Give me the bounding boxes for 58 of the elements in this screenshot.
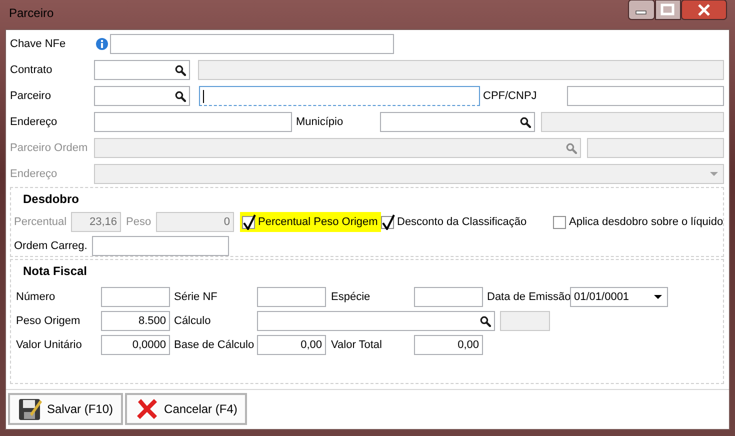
input-field[interactable] bbox=[92, 236, 229, 256]
lookup-field[interactable] bbox=[380, 112, 535, 132]
field-label: CPF/CNPJ bbox=[483, 89, 538, 104]
checkbox[interactable]: Desconto da Classificação bbox=[379, 212, 530, 232]
search-icon[interactable] bbox=[175, 90, 186, 102]
search-icon[interactable] bbox=[520, 116, 531, 128]
input-field[interactable] bbox=[567, 86, 724, 106]
lookup-field[interactable] bbox=[94, 86, 190, 106]
field-label: Ordem Carreg. bbox=[14, 239, 88, 254]
input-field[interactable]: 0,00 bbox=[414, 335, 483, 355]
save-button[interactable]: Salvar (F10) bbox=[8, 393, 124, 425]
cancel-button[interactable]: Cancelar (F4) bbox=[125, 393, 248, 425]
field-label: Valor Unitário bbox=[16, 338, 83, 353]
field-label: Valor Total bbox=[331, 338, 383, 353]
field-label: Município bbox=[296, 115, 344, 130]
field-label: Parceiro bbox=[10, 89, 52, 104]
checkbox[interactable]: Percentual Peso Origem bbox=[240, 212, 381, 232]
input-field[interactable]: 0,00 bbox=[257, 335, 326, 355]
checkbox[interactable]: Aplica desdobro sobre o líquido bbox=[551, 212, 726, 232]
field-label: Percentual bbox=[14, 215, 68, 230]
checkmark-icon bbox=[242, 214, 257, 230]
input-field[interactable] bbox=[199, 86, 480, 106]
search-icon[interactable] bbox=[480, 316, 491, 326]
minimize-button[interactable] bbox=[628, 0, 655, 20]
field-label: Parceiro Ordem bbox=[10, 141, 89, 156]
close-icon bbox=[135, 397, 160, 421]
field-label: Data de Emissão bbox=[487, 290, 570, 305]
input-field[interactable] bbox=[414, 287, 483, 307]
checkmark-icon bbox=[381, 214, 396, 230]
maximize-button[interactable] bbox=[655, 0, 681, 20]
close-button[interactable] bbox=[681, 0, 727, 20]
window-title: Parceiro bbox=[9, 6, 54, 20]
search-icon[interactable] bbox=[175, 64, 186, 76]
input-field[interactable] bbox=[257, 287, 326, 307]
info-icon bbox=[96, 38, 108, 50]
field-label: Endereço bbox=[10, 167, 58, 182]
input-field[interactable]: 0,0000 bbox=[101, 335, 170, 355]
field-label: Espécie bbox=[331, 290, 372, 305]
lookup-field[interactable] bbox=[257, 311, 495, 331]
field-label: Peso Origem bbox=[16, 314, 82, 329]
input-field[interactable] bbox=[110, 34, 394, 54]
section-title: Nota Fiscal bbox=[23, 264, 88, 278]
field-label: Série NF bbox=[174, 290, 218, 305]
input-field[interactable] bbox=[94, 112, 292, 132]
caret-icon[interactable] bbox=[654, 295, 662, 299]
field-label: Peso bbox=[126, 215, 152, 230]
field-label: Contrato bbox=[10, 63, 54, 78]
lookup-field[interactable] bbox=[94, 60, 190, 80]
input-field[interactable] bbox=[101, 287, 170, 307]
field-label: Base de Cálculo bbox=[174, 338, 256, 353]
date-dropdown[interactable]: 01/01/0001 bbox=[570, 287, 668, 307]
field-label: Chave NFe bbox=[10, 37, 67, 52]
field-label: Cálculo bbox=[174, 314, 212, 329]
readonly-field bbox=[500, 311, 550, 331]
field-label: Endereço bbox=[10, 115, 58, 130]
section-title: Desdobro bbox=[23, 192, 80, 206]
field-label: Número bbox=[16, 290, 56, 305]
input-field[interactable]: 8.500 bbox=[101, 311, 170, 331]
